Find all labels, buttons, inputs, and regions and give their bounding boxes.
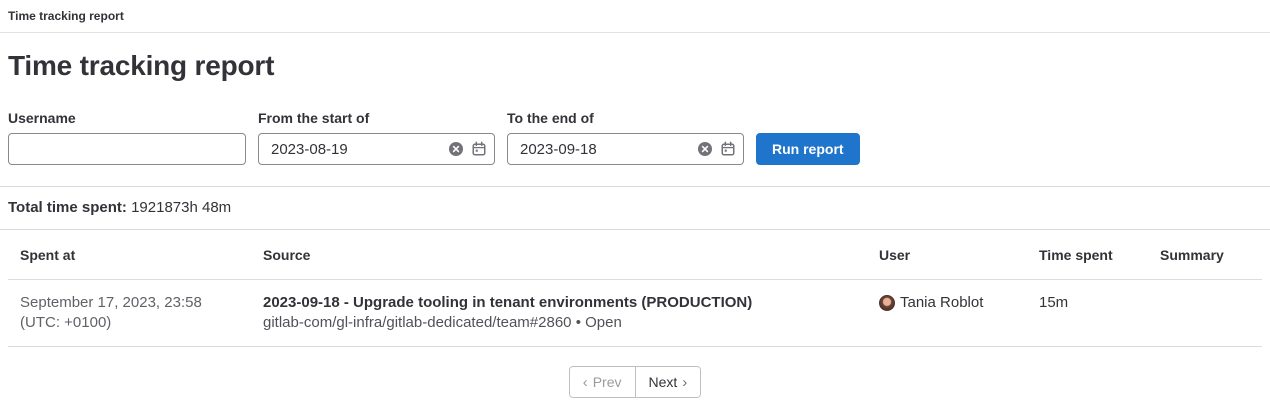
issue-link[interactable]: 2023-09-18 - Upgrade tooling in tenant e…	[263, 293, 752, 313]
issue-state: Open	[585, 314, 622, 331]
username-group: Username	[8, 110, 246, 165]
clear-icon[interactable]	[696, 140, 714, 158]
total-time-label: Total time spent:	[8, 199, 127, 216]
pagination: ‹ Prev Next ›	[0, 366, 1270, 398]
spent-at-timezone: (UTC: +0100)	[20, 313, 239, 333]
run-report-button[interactable]: Run report	[756, 133, 860, 165]
username-input[interactable]	[8, 133, 246, 165]
pagination-button-group: ‹ Prev Next ›	[569, 366, 702, 398]
table-header-row: Spent at Source User Time spent Summary	[8, 230, 1262, 280]
column-header-time-spent: Time spent	[1027, 230, 1148, 280]
from-date-group: From the start of	[258, 110, 495, 165]
column-header-spent-at: Spent at	[8, 230, 251, 280]
calendar-icon[interactable]	[470, 140, 488, 158]
calendar-icon[interactable]	[719, 140, 737, 158]
spent-at-cell: September 17, 2023, 23:58 (UTC: +0100)	[8, 280, 251, 347]
column-header-user: User	[867, 230, 1027, 280]
chevron-right-icon: ›	[682, 374, 687, 391]
page-title: Time tracking report	[8, 48, 1262, 84]
summary-cell	[1148, 280, 1262, 347]
next-label: Next	[649, 374, 678, 390]
to-date-label: To the end of	[507, 110, 744, 126]
user-name[interactable]: Tania Roblot	[900, 293, 983, 313]
to-date-field[interactable]	[507, 133, 744, 165]
breadcrumb-item-time-tracking-report[interactable]: Time tracking report	[8, 9, 124, 23]
from-date-field[interactable]	[258, 133, 495, 165]
to-date-input[interactable]	[520, 141, 691, 158]
next-page-button[interactable]: Next ›	[635, 367, 701, 397]
issue-reference: gitlab-com/gl-infra/gitlab-dedicated/tea…	[263, 313, 855, 333]
user-avatar	[879, 295, 895, 311]
username-label: Username	[8, 110, 246, 126]
chevron-left-icon: ‹	[583, 374, 588, 391]
report-filter-form: Username From the start of	[8, 110, 1262, 165]
breadcrumb: Time tracking report	[0, 0, 1270, 33]
run-report-group: Run report	[756, 133, 860, 165]
clear-icon[interactable]	[447, 140, 465, 158]
dot-separator: •	[576, 314, 581, 331]
spent-at-datetime: September 17, 2023, 23:58	[20, 293, 239, 313]
column-header-source: Source	[251, 230, 867, 280]
to-date-group: To the end of	[507, 110, 744, 165]
table-row: September 17, 2023, 23:58 (UTC: +0100) 2…	[8, 280, 1262, 347]
column-header-summary: Summary	[1148, 230, 1262, 280]
from-date-label: From the start of	[258, 110, 495, 126]
time-tracking-table: Spent at Source User Time spent Summary …	[8, 230, 1262, 347]
source-cell: 2023-09-18 - Upgrade tooling in tenant e…	[251, 280, 867, 347]
user-cell: Tania Roblot	[867, 280, 1027, 347]
total-time-spent: Total time spent: 1921873h 48m	[0, 187, 1270, 229]
prev-page-button[interactable]: ‹ Prev	[570, 367, 635, 397]
prev-label: Prev	[593, 374, 622, 390]
total-time-value: 1921873h 48m	[131, 199, 231, 216]
from-date-input[interactable]	[271, 141, 442, 158]
issue-path: gitlab-com/gl-infra/gitlab-dedicated/tea…	[263, 314, 572, 331]
time-spent-cell: 15m	[1027, 280, 1148, 347]
